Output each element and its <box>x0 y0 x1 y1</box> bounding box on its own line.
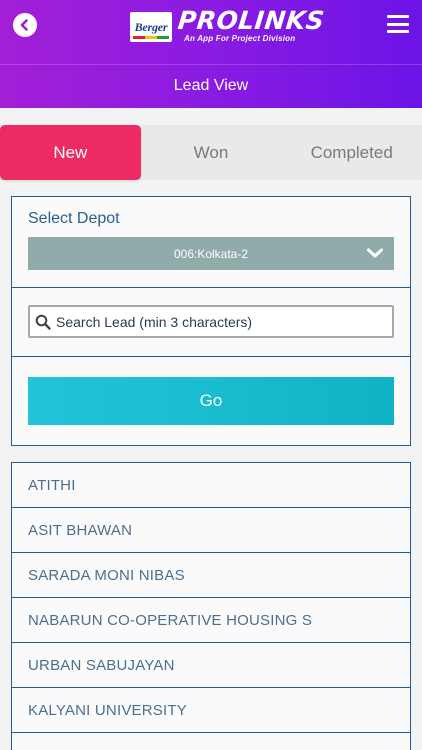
lead-list: ATITHI ASIT BHAWAN SARADA MONI NIBAS NAB… <box>11 462 411 750</box>
search-icon <box>35 314 51 330</box>
tab-new[interactable]: New <box>0 125 141 180</box>
tab-won[interactable]: Won <box>141 125 282 180</box>
list-item[interactable]: ATITHI <box>12 463 410 508</box>
app-logo: Berger PROLINKS An App For Project Divis… <box>130 6 326 43</box>
depot-selected-value: 006:Kolkata-2 <box>173 246 249 261</box>
tab-completed[interactable]: Completed <box>281 125 422 180</box>
chevron-down-icon <box>367 248 383 258</box>
filter-panel: Select Depot 006:Kolkata-2 Go <box>11 196 411 446</box>
menu-line <box>387 30 409 33</box>
search-lead-input[interactable] <box>56 313 376 330</box>
berger-logo-stripe <box>133 36 169 39</box>
hamburger-menu-icon[interactable] <box>387 15 409 33</box>
back-button[interactable] <box>13 13 37 37</box>
go-section: Go <box>12 357 410 445</box>
menu-line <box>387 15 409 18</box>
top-bar: Berger PROLINKS An App For Project Divis… <box>0 0 422 62</box>
brand-name: PROLINKS <box>176 6 326 35</box>
app-header: Berger PROLINKS An App For Project Divis… <box>0 0 422 108</box>
search-box <box>28 305 394 338</box>
status-tabs: New Won Completed <box>0 125 422 180</box>
search-section <box>12 288 410 357</box>
list-item[interactable]: NABARUN CO-OPERATIVE HOUSING S <box>12 598 410 643</box>
list-item[interactable]: KALYANI UNIVERSITY <box>12 688 410 733</box>
back-arrow-icon <box>20 19 28 31</box>
go-button[interactable]: Go <box>28 377 394 425</box>
page-title: Lead View <box>173 77 249 94</box>
brand-tagline: An App For Project Division <box>184 34 296 43</box>
depot-select[interactable]: 006:Kolkata-2 <box>28 237 394 270</box>
depot-section: Select Depot 006:Kolkata-2 <box>12 197 410 288</box>
list-item[interactable]: ASIT BHAWAN <box>12 508 410 553</box>
brand-block: PROLINKS An App For Project Division <box>176 6 326 43</box>
depot-label: Select Depot <box>28 210 120 227</box>
menu-line <box>387 22 409 26</box>
berger-logo-text: Berger <box>134 19 168 34</box>
berger-logo: Berger <box>130 12 172 42</box>
list-item[interactable]: SARADA MONI NIBAS <box>12 553 410 598</box>
list-item[interactable]: URBAN SABUJAYAN <box>12 643 410 688</box>
